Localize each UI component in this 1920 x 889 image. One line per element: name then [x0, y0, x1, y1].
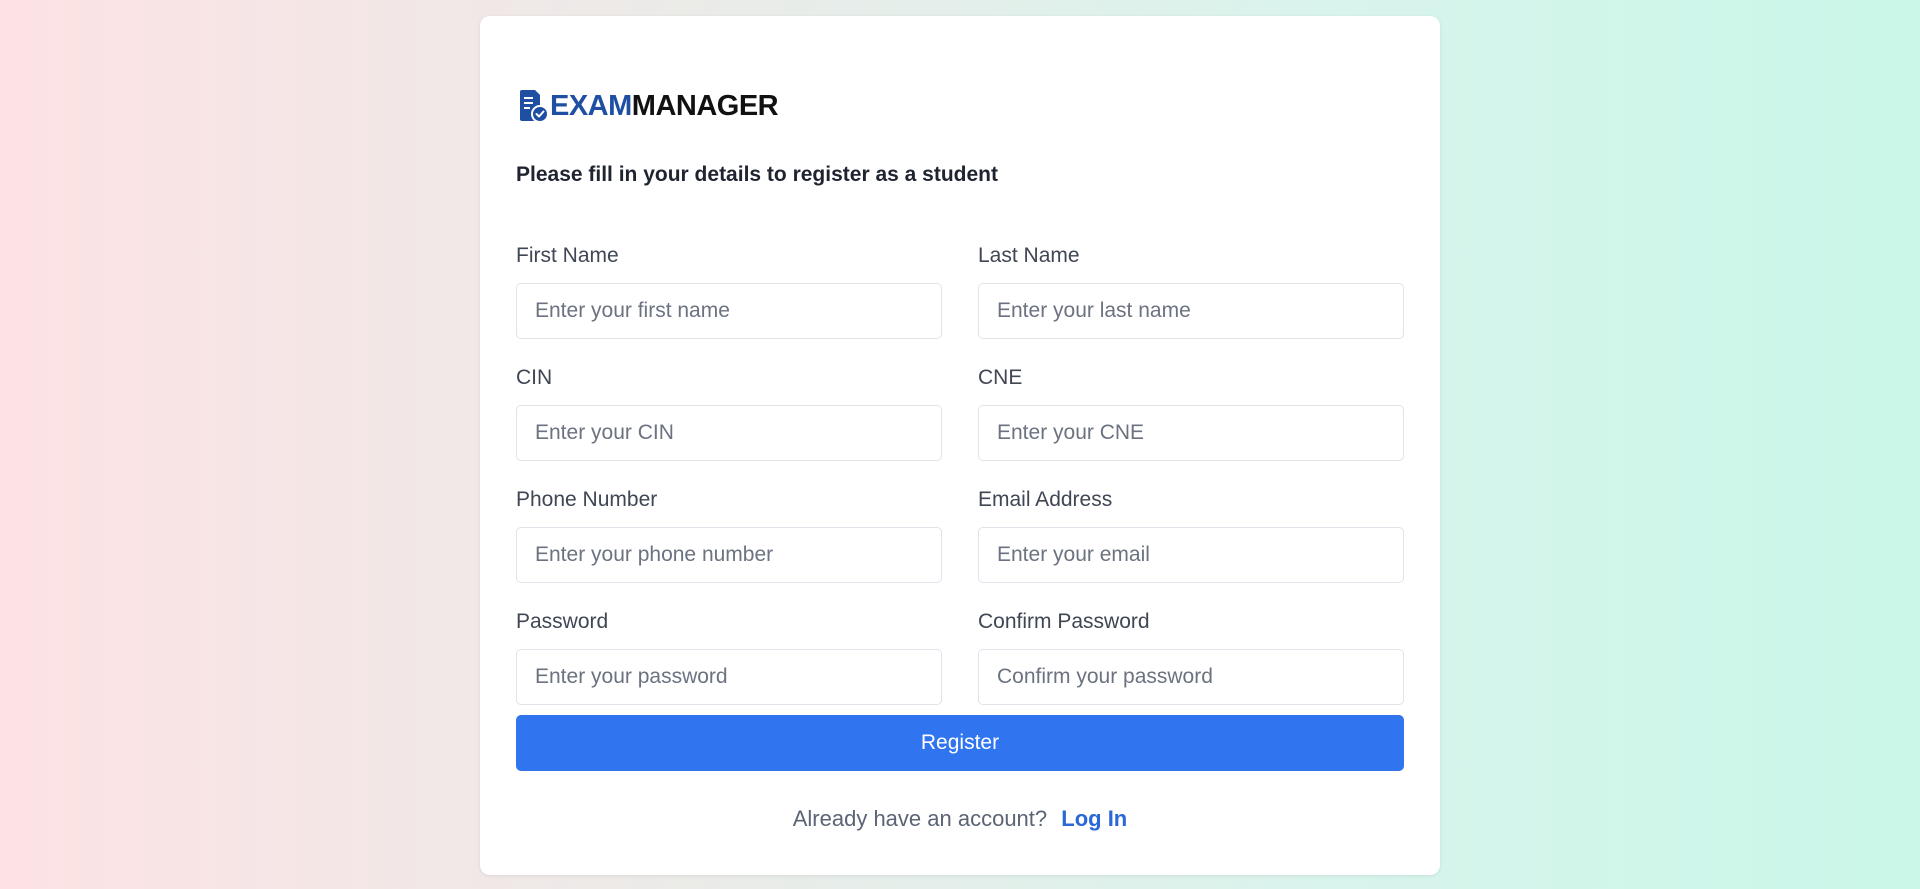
first-name-group: First Name — [516, 241, 942, 363]
phone-group: Phone Number — [516, 485, 942, 607]
password-group: Password — [516, 607, 942, 729]
phone-label: Phone Number — [516, 488, 658, 511]
password-input[interactable] — [516, 649, 942, 705]
cne-group: CNE — [978, 363, 1404, 485]
last-name-label: Last Name — [978, 244, 1080, 267]
cin-input[interactable] — [516, 405, 942, 461]
confirm-password-input[interactable] — [978, 649, 1404, 705]
email-label: Email Address — [978, 488, 1113, 511]
cin-group: CIN — [516, 363, 942, 485]
register-card: EXAMMANAGER Please fill in your details … — [480, 16, 1440, 875]
login-prompt-text: Already have an account? — [792, 806, 1048, 831]
cne-input[interactable] — [978, 405, 1404, 461]
email-input[interactable] — [978, 527, 1404, 583]
first-name-input[interactable] — [516, 283, 942, 339]
password-label: Password — [516, 610, 609, 633]
registration-form: First Name Last Name CIN CNE Phone Numbe… — [516, 241, 1404, 729]
confirm-password-label: Confirm Password — [978, 610, 1150, 633]
cne-label: CNE — [978, 366, 1023, 389]
brand-logo: EXAMMANAGER — [518, 88, 779, 124]
last-name-group: Last Name — [978, 241, 1404, 363]
document-check-icon — [520, 90, 548, 123]
brand-name-exam: EXAM — [550, 89, 632, 122]
last-name-input[interactable] — [978, 283, 1404, 339]
cin-label: CIN — [516, 366, 553, 389]
phone-input[interactable] — [516, 527, 942, 583]
confirm-password-group: Confirm Password — [978, 607, 1404, 729]
brand-name-manager: MANAGER — [631, 89, 779, 122]
first-name-label: First Name — [516, 244, 619, 267]
register-button[interactable]: Register — [516, 715, 1404, 771]
login-prompt: Already have an account? Log In — [480, 806, 1440, 832]
brand-name: EXAMMANAGER — [550, 89, 779, 123]
email-group: Email Address — [978, 485, 1404, 607]
login-link[interactable]: Log In — [1061, 806, 1127, 831]
page-subtitle: Please fill in your details to register … — [516, 163, 998, 186]
